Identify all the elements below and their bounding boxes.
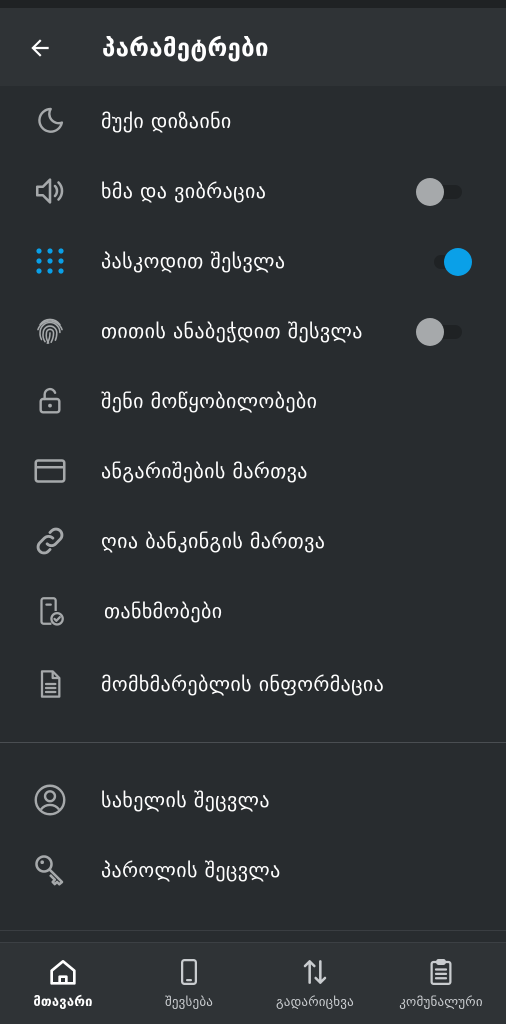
key-icon — [30, 850, 70, 890]
open-banking-label: ღია ბანკინგის მართვა — [101, 529, 326, 553]
menu-item-dark-mode[interactable]: მუქი დიზაინი — [0, 86, 506, 156]
change-password-label: პაროლის შეცვლა — [101, 858, 281, 882]
menu-item-change-name[interactable]: სახელის შეცვლა — [0, 765, 506, 835]
passcode-login-toggle[interactable] — [426, 246, 474, 276]
unlocked-padlock-icon — [30, 381, 70, 421]
keypad-icon — [30, 241, 70, 281]
home-icon — [46, 955, 80, 989]
arrow-left-icon — [31, 39, 49, 57]
menu-item-user-info[interactable]: მომხმარებლის ინფორმაცია — [0, 649, 506, 719]
user-info-label: მომხმარებლის ინფორმაცია — [101, 672, 385, 696]
menu-item-sound-vibration[interactable]: ხმა და ვიბრაცია — [0, 156, 506, 226]
menu-item-open-banking[interactable]: ღია ბანკინგის მართვა — [0, 506, 506, 576]
user-circle-icon — [30, 780, 70, 820]
menu-item-your-devices[interactable]: შენი მოწყობილობები — [0, 366, 506, 436]
sound-vibration-toggle[interactable] — [416, 176, 464, 206]
document-icon — [30, 664, 70, 704]
passcode-login-label: პასკოდით შესვლა — [101, 249, 286, 273]
nav-home-label: მთავარი — [33, 995, 93, 1010]
nav-home[interactable]: მთავარი — [0, 943, 126, 1024]
bottom-divider — [0, 930, 506, 931]
section-divider — [0, 742, 506, 743]
nav-purchases-label: შევსება — [164, 995, 214, 1010]
fingerprint-login-label: თითის ანაბეჭდით შესვლა — [101, 319, 363, 343]
moon-icon — [30, 101, 70, 141]
nav-purchases[interactable]: შევსება — [126, 943, 252, 1024]
nav-transfers-label: გადარიცხვა — [276, 995, 354, 1010]
speaker-icon — [30, 171, 70, 211]
your-devices-label: შენი მოწყობილობები — [101, 389, 318, 413]
credit-card-icon — [30, 451, 70, 491]
bottom-navigation: მთავარი შევსება გადარიცხვა კომუნალური — [0, 942, 506, 1024]
consents-label: თანხმობები — [104, 599, 223, 623]
sound-vibration-label: ხმა და ვიბრაცია — [101, 179, 267, 203]
accounts-management-label: ანგარიშების მართვა — [101, 459, 308, 483]
menu-item-change-password[interactable]: პაროლის შეცვლა — [0, 835, 506, 905]
page-title: პარამეტრები — [102, 34, 269, 62]
link-icon — [30, 521, 70, 561]
phone-check-icon — [30, 591, 70, 631]
menu-item-fingerprint-login[interactable]: თითის ანაბეჭდით შესვლა — [0, 296, 506, 366]
status-bar — [0, 0, 506, 8]
menu-item-passcode-login[interactable]: პასკოდით შესვლა — [0, 226, 506, 296]
nav-utilities-label: კომუნალური — [399, 995, 483, 1010]
menu-item-consents[interactable]: თანხმობები — [0, 576, 506, 646]
menu-item-accounts-management[interactable]: ანგარიშების მართვა — [0, 436, 506, 506]
nav-utilities[interactable]: კომუნალური — [378, 943, 504, 1024]
app-bar: პარამეტრები — [0, 8, 506, 86]
fingerprint-icon — [30, 311, 70, 351]
dark-mode-label: მუქი დიზაინი — [101, 109, 232, 133]
change-name-label: სახელის შეცვლა — [101, 788, 270, 812]
back-button[interactable] — [22, 30, 58, 66]
smartphone-icon — [172, 955, 206, 989]
fingerprint-login-toggle[interactable] — [416, 316, 464, 346]
nav-transfers[interactable]: გადარიცხვა — [252, 943, 378, 1024]
clipboard-icon — [424, 955, 458, 989]
swap-vertical-icon — [298, 955, 332, 989]
